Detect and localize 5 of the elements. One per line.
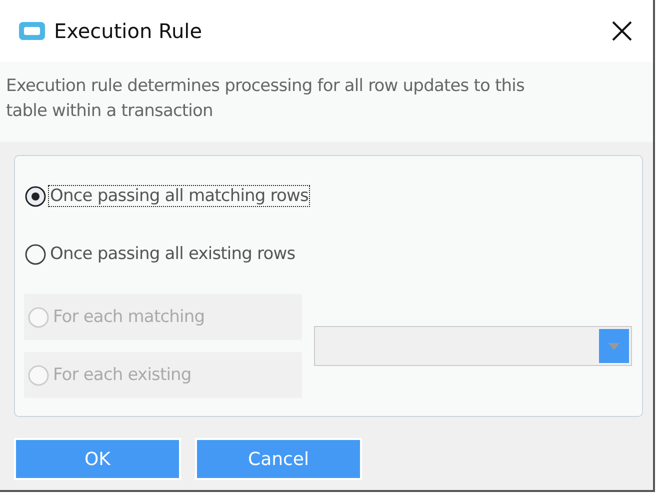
option-label[interactable]: Once passing all matching rows: [48, 185, 310, 207]
dialog-button[interactable]: Cancel: [195, 438, 362, 480]
window-title: Execution Rule: [54, 19, 204, 43]
option-label[interactable]: Once passing all existing rows: [48, 243, 298, 265]
dialog-button[interactable]: OK: [14, 438, 181, 480]
